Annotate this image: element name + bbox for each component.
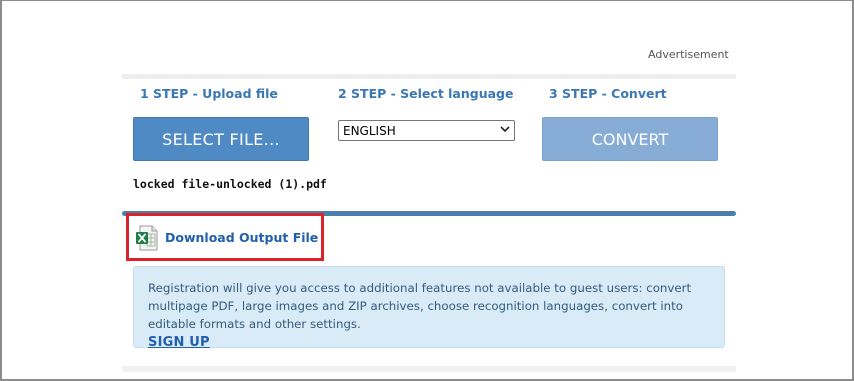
bottom-divider [122, 366, 736, 372]
top-divider [122, 74, 736, 79]
registration-message: Registration will give you access to add… [148, 281, 692, 331]
language-select[interactable]: ENGLISH [338, 120, 515, 141]
step-1-label: 1 STEP - Upload file [140, 86, 278, 101]
select-file-button[interactable]: SELECT FILE... [133, 117, 309, 161]
registration-info-box: Registration will give you access to add… [133, 266, 725, 350]
chevron-down-icon [500, 125, 510, 136]
download-output-file-link[interactable]: Download Output File [165, 230, 318, 245]
language-select-value: ENGLISH [343, 123, 396, 138]
convert-button[interactable]: CONVERT [542, 117, 718, 161]
step-2-label: 2 STEP - Select language [338, 86, 514, 101]
excel-file-icon[interactable] [135, 225, 159, 251]
sign-up-link[interactable]: SIGN UP [148, 334, 210, 352]
step-3-label: 3 STEP - Convert [549, 86, 667, 101]
advertisement-label: Advertisement [648, 48, 729, 61]
uploaded-file-name: locked file-unlocked (1).pdf [133, 177, 327, 191]
